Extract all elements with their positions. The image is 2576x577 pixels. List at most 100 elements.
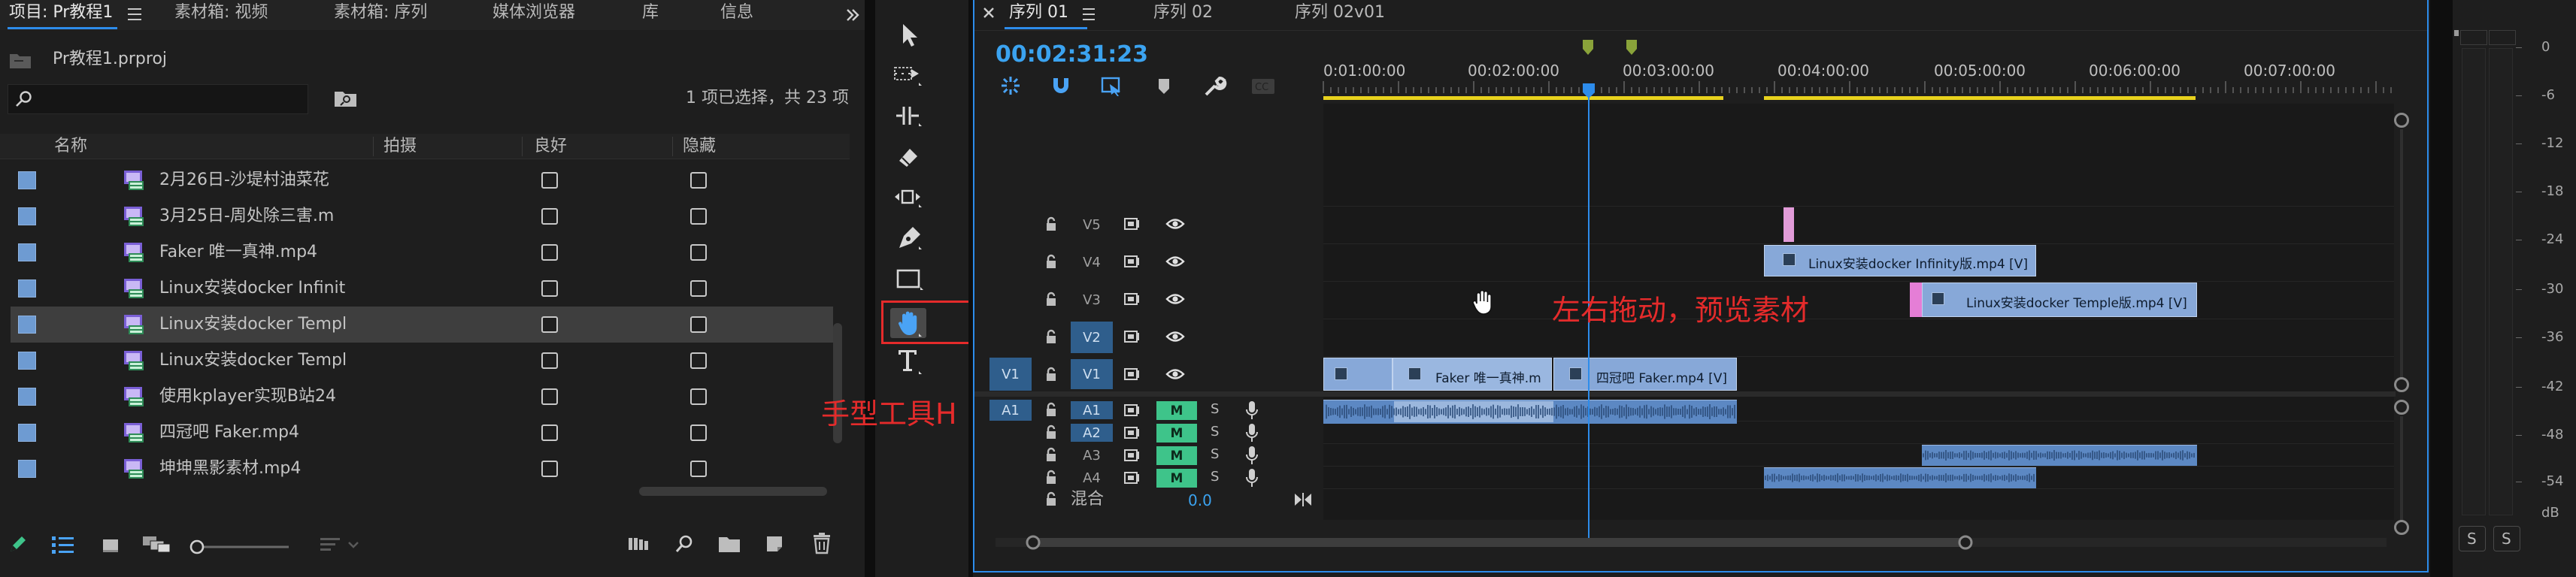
icon-view-icon[interactable]	[101, 535, 122, 554]
tab-project[interactable]: 项目: Pr教程1	[9, 5, 113, 21]
mix-value[interactable]: 0.0	[1188, 493, 1212, 508]
selection-tool-icon[interactable]	[899, 23, 922, 48]
sync-lock-icon[interactable]	[1123, 329, 1141, 344]
track-target-toggle[interactable]: V1	[1071, 359, 1113, 389]
playhead-handle[interactable]	[1582, 83, 1596, 99]
timeline-settings-wrench-icon[interactable]	[1203, 75, 1227, 98]
mute-button[interactable]: M	[1156, 401, 1197, 420]
track-target-toggle[interactable]: V4	[1071, 246, 1113, 278]
source-patch-a1[interactable]: A1	[989, 400, 1032, 421]
clip-name[interactable]: 3月25日-周处除三害.m	[159, 208, 334, 225]
track-target-toggle[interactable]: A4	[1071, 469, 1113, 487]
rectangle-tool-icon[interactable]	[896, 267, 923, 292]
clip-v4-infinity[interactable]: Linux安装docker Infinity版.mp4 [V]	[1764, 245, 2036, 276]
linked-selection-icon[interactable]	[1101, 75, 1125, 96]
hidden-checkbox[interactable]	[690, 424, 707, 441]
clip-name[interactable]: 使用kplayer实现B站24	[159, 388, 336, 405]
track-lock-icon[interactable]	[1045, 292, 1057, 307]
clip-name[interactable]: Linux安装docker Templ	[159, 352, 347, 369]
label-color-swatch[interactable]	[18, 352, 36, 370]
tab-media-browser[interactable]: 媒体浏览器	[492, 5, 575, 21]
clip-v5-pink[interactable]	[1784, 207, 1794, 242]
playhead-timecode[interactable]: 00:02:31:23	[996, 44, 1148, 66]
track-lock-icon[interactable]	[1045, 470, 1057, 485]
column-hidden[interactable]: 隐藏	[683, 138, 716, 155]
find-icon[interactable]	[674, 533, 695, 554]
track-select-forward-tool-icon[interactable]	[893, 65, 923, 87]
snap-icon[interactable]	[1051, 75, 1071, 96]
label-color-swatch[interactable]	[18, 388, 36, 406]
sync-lock-icon[interactable]	[1123, 367, 1141, 382]
track-target-toggle[interactable]: V5	[1071, 209, 1113, 240]
voice-over-mic-icon[interactable]	[1245, 468, 1259, 488]
hidden-checkbox[interactable]	[690, 172, 707, 189]
clip-v1-lead[interactable]	[1323, 358, 1393, 391]
vertical-zoom-top[interactable]	[2394, 113, 2409, 128]
captions-icon[interactable]: CC	[1251, 78, 1275, 95]
sync-lock-icon[interactable]	[1123, 216, 1141, 231]
automate-to-sequence-icon[interactable]	[627, 533, 650, 554]
solo-button[interactable]: S	[1211, 448, 1219, 461]
panel-menu-icon[interactable]	[128, 8, 143, 21]
solo-button[interactable]: S	[1211, 403, 1219, 416]
clip-name[interactable]: 2月26日-沙堤村油菜花	[159, 172, 329, 189]
label-color-swatch[interactable]	[18, 243, 36, 261]
ripple-edit-tool-icon[interactable]	[895, 105, 922, 128]
good-checkbox[interactable]	[541, 172, 558, 189]
clip-v3-temple[interactable]: Linux安装docker Temple版.mp4 [V]	[1922, 282, 2197, 317]
sync-lock-icon[interactable]	[1123, 470, 1141, 485]
good-checkbox[interactable]	[541, 280, 558, 297]
label-color-swatch[interactable]	[18, 207, 36, 225]
toggle-output-eye-icon[interactable]	[1165, 292, 1185, 307]
razor-tool-icon[interactable]	[896, 146, 920, 170]
hidden-checkbox[interactable]	[690, 244, 707, 261]
sort-icon[interactable]	[319, 535, 364, 554]
new-item-icon[interactable]	[764, 532, 786, 554]
nest-sequence-icon[interactable]	[1000, 75, 1021, 96]
pen-tool-icon[interactable]	[896, 225, 922, 251]
tab-sequence-02[interactable]: 序列 02	[1153, 5, 1213, 21]
marker-green-2[interactable]	[1626, 39, 1638, 56]
track-lock-icon[interactable]	[1045, 329, 1057, 344]
track-lock-icon[interactable]	[1045, 254, 1057, 269]
clear-trash-icon[interactable]	[812, 532, 832, 554]
track-target-toggle[interactable]: V2	[1071, 322, 1113, 353]
good-checkbox[interactable]	[541, 316, 558, 333]
new-bin-icon[interactable]	[717, 533, 741, 554]
track-lock-icon[interactable]	[1045, 367, 1057, 382]
vertical-zoom-bottom[interactable]	[2394, 520, 2409, 535]
track-target-toggle[interactable]: A2	[1071, 424, 1113, 442]
hand-tool-icon[interactable]	[896, 310, 922, 337]
tab-bin-sequence[interactable]: 素材箱: 序列	[334, 5, 427, 21]
good-checkbox[interactable]	[541, 424, 558, 441]
freeform-view-icon[interactable]	[141, 533, 173, 554]
column-name[interactable]: 名称	[54, 138, 87, 155]
timeline-h-scrollbar[interactable]	[988, 535, 2387, 550]
mute-button[interactable]: M	[1156, 424, 1197, 443]
tab-info[interactable]: 信息	[720, 5, 753, 21]
pencil-icon[interactable]	[8, 533, 29, 554]
voice-over-mic-icon[interactable]	[1245, 423, 1259, 443]
vertical-zoom-a[interactable]	[2394, 400, 2409, 415]
good-checkbox[interactable]	[541, 388, 558, 405]
mix-go-to-icon[interactable]	[1293, 491, 1313, 508]
clip-name[interactable]: Faker 唯一真神.mp4	[159, 244, 317, 261]
type-tool-icon[interactable]	[896, 347, 922, 374]
label-color-swatch[interactable]	[18, 424, 36, 442]
mute-button[interactable]: M	[1156, 469, 1197, 488]
hidden-checkbox[interactable]	[690, 388, 707, 405]
voice-over-mic-icon[interactable]	[1245, 400, 1259, 420]
sync-lock-icon[interactable]	[1123, 292, 1141, 307]
list-hscrollbar[interactable]	[639, 487, 827, 496]
label-color-swatch[interactable]	[18, 316, 36, 334]
sync-lock-icon[interactable]	[1123, 448, 1141, 463]
marker-green-1[interactable]	[1582, 39, 1594, 56]
track-target-toggle[interactable]: A3	[1071, 446, 1113, 464]
track-target-toggle[interactable]: A1	[1071, 401, 1113, 419]
toggle-output-eye-icon[interactable]	[1165, 367, 1185, 382]
hidden-checkbox[interactable]	[690, 352, 707, 369]
column-good[interactable]: 良好	[534, 138, 567, 155]
timeline-close-icon[interactable]	[982, 6, 996, 20]
more-tabs-chevron-icon[interactable]	[845, 8, 860, 23]
sync-lock-icon[interactable]	[1123, 254, 1141, 269]
